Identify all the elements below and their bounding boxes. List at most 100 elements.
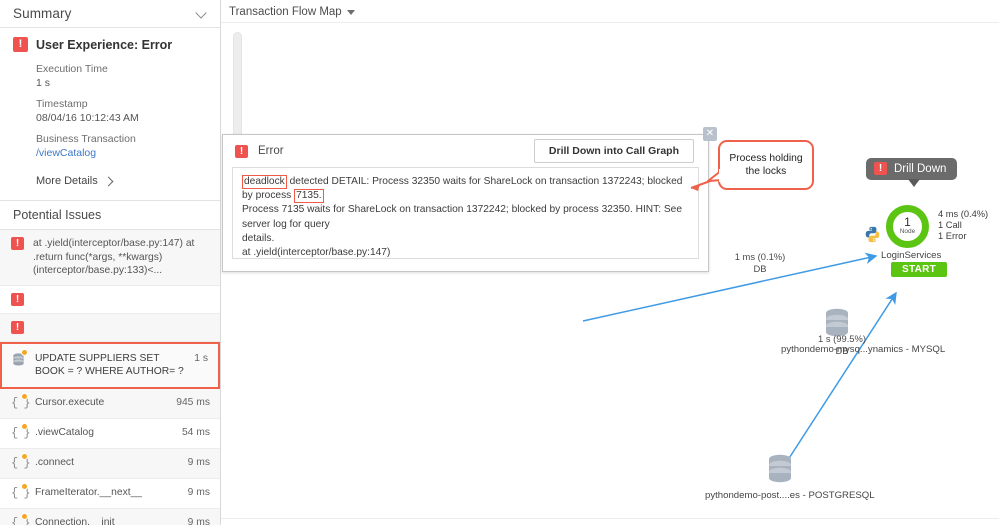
- brace-icon: { }: [11, 482, 31, 501]
- tier-stats: 4 ms (0.4%) 1 Call 1 Error: [938, 209, 988, 241]
- annotation-text: Process holding the locks: [729, 152, 802, 178]
- tier-health-ring: 1 Node: [886, 205, 929, 248]
- field-value: 08/04/16 10:12:43 AM: [36, 112, 139, 124]
- tier-stat-errors: 1 Error: [938, 230, 967, 241]
- annotation-line-1: Process holding: [729, 153, 803, 164]
- potential-issue-row[interactable]: UPDATE SUPPLIERS SET BOOK = ? WHERE AUTH…: [0, 341, 220, 389]
- field-label: Execution Time: [36, 63, 108, 75]
- database-icon: [769, 454, 791, 483]
- app-root: Summary User Experience: Error Execution…: [0, 0, 999, 525]
- warning-badge-icon: [21, 452, 28, 460]
- brace-icon: { }: [11, 512, 31, 525]
- edge-label-mysql: 1 ms (0.1%) DB: [715, 251, 805, 274]
- sidebar-title: Summary: [13, 6, 72, 21]
- field-business-transaction: Business Transaction /viewCatalog: [36, 132, 208, 160]
- potential-issue-row[interactable]: at .yield(interceptor/base.py:147) at .r…: [0, 230, 220, 286]
- field-label: Timestamp: [36, 98, 88, 110]
- summary-section: User Experience: Error Execution Time 1 …: [0, 28, 220, 201]
- error-icon: [13, 36, 28, 53]
- error-icon: [11, 237, 24, 251]
- error-message-line-3: details.: [242, 232, 275, 244]
- drill-down-tooltip-label: Drill Down: [894, 162, 947, 175]
- potential-issue-label: at .yield(interceptor/base.py:147) at .r…: [33, 238, 195, 276]
- error-dialog-title: Error: [258, 145, 284, 157]
- tier-node-loginservices[interactable]: 1 Node 4 ms (0.4%) 1 Call 1 Error LoginS…: [865, 205, 988, 277]
- error-icon: [11, 292, 24, 307]
- potential-issue-row[interactable]: { } Connection.__init__ 9 ms: [0, 508, 220, 525]
- drill-down-into-call-graph-button[interactable]: Drill Down into Call Graph: [533, 139, 694, 163]
- brace-icon: { }: [11, 422, 31, 441]
- error-message-line-1: deadlock detected DETAIL: Process 32350 …: [242, 175, 689, 204]
- python-icon: [865, 226, 880, 243]
- potential-issues-list: at .yield(interceptor/base.py:147) at .r…: [0, 230, 220, 525]
- field-timestamp: Timestamp 08/04/16 10:12:43 AM: [36, 97, 208, 125]
- tier-node-unit: Node: [899, 228, 916, 235]
- field-execution-time: Execution Time 1 s: [36, 62, 208, 90]
- warning-badge-icon: [21, 512, 28, 520]
- edge-value: 1 s (99.5%): [818, 333, 866, 344]
- warning-badge-icon: [21, 422, 28, 430]
- drill-down-tooltip[interactable]: Drill Down: [866, 158, 958, 187]
- potential-issue-duration: 945 ms: [176, 396, 210, 408]
- potential-issue-duration: 9 ms: [187, 486, 210, 498]
- edge-label-postgresql: 1 s (99.5%) DB: [797, 333, 887, 356]
- brace-icon: { }: [11, 452, 31, 471]
- user-experience-label: User Experience: Error: [36, 37, 173, 52]
- map-bottom-divider: [221, 518, 999, 519]
- db-node-postgresql[interactable]: pythondemo-post....es - POSTGRESQL: [705, 453, 875, 501]
- potential-issue-row[interactable]: { } .viewCatalog 54 ms: [0, 418, 220, 449]
- error-icon: [874, 162, 887, 176]
- highlight-process-id: 7135.: [294, 189, 324, 204]
- potential-issues-header: Potential Issues: [0, 201, 220, 230]
- user-experience-status: User Experience: Error: [13, 36, 208, 53]
- error-message-body[interactable]: deadlock detected DETAIL: Process 32350 …: [232, 167, 699, 259]
- tier-stat-calls: 1 Call: [938, 219, 962, 230]
- potential-issue-row[interactable]: [0, 313, 220, 342]
- error-icon: [11, 320, 24, 335]
- chevron-down-icon[interactable]: [197, 8, 208, 19]
- error-dialog-header: Error Drill Down into Call Graph: [223, 135, 708, 167]
- start-badge: START: [891, 262, 948, 277]
- error-icon: [235, 144, 248, 159]
- more-details-button[interactable]: More Details: [36, 175, 114, 187]
- sidebar-header[interactable]: Summary: [0, 0, 220, 28]
- field-label: Business Transaction: [36, 133, 136, 145]
- close-icon[interactable]: ✕: [703, 127, 717, 141]
- more-details-label: More Details: [36, 175, 98, 187]
- annotation-line-2: the locks: [745, 166, 787, 177]
- brace-icon: { }: [11, 392, 31, 411]
- annotation-callout: Process holding the locks: [707, 140, 814, 190]
- tier-node-count: 1: [904, 215, 911, 229]
- potential-issue-duration: 9 ms: [187, 516, 210, 525]
- flow-map-header[interactable]: Transaction Flow Map: [221, 0, 999, 20]
- potential-issue-row[interactable]: [0, 285, 220, 314]
- highlight-deadlock: deadlock: [242, 175, 287, 189]
- potential-issue-label: Cursor.execute: [35, 396, 105, 408]
- chevron-right-icon: [105, 177, 114, 186]
- potential-issue-label: .viewCatalog: [35, 426, 94, 438]
- potential-issue-duration: 54 ms: [181, 426, 210, 438]
- database-icon: [11, 348, 28, 367]
- field-value: 1 s: [36, 77, 51, 89]
- potential-issue-duration: 9 ms: [187, 456, 210, 468]
- db-node-label: pythondemo-post....es - POSTGRESQL: [705, 490, 875, 501]
- error-dialog[interactable]: Error Drill Down into Call Graph ✕ deadl…: [222, 127, 717, 272]
- potential-issue-row[interactable]: { } FrameIterator.__next__ 9 ms: [0, 478, 220, 509]
- error-message-line-4: at .yield(interceptor/base.py:147): [242, 247, 391, 259]
- potential-issue-row[interactable]: { } Cursor.execute 945 ms: [0, 388, 220, 419]
- business-transaction-link[interactable]: /viewCatalog: [36, 146, 208, 160]
- potential-issue-label: .connect: [35, 456, 74, 468]
- tier-name-label: LoginServices: [881, 250, 942, 261]
- edge-type: DB: [753, 262, 767, 274]
- potential-issue-label: UPDATE SUPPLIERS SET BOOK = ? WHERE AUTH…: [35, 352, 184, 378]
- potential-issue-row[interactable]: { } .connect 9 ms: [0, 448, 220, 479]
- edge-type: DB: [835, 344, 849, 356]
- tier-stat-response-time: 4 ms (0.4%): [938, 209, 989, 219]
- error-message-line-2: Process 7135 waits for ShareLock on tran…: [242, 204, 683, 230]
- potential-issue-label: Connection.__init__: [35, 516, 127, 525]
- potential-issue-label: FrameIterator.__next__: [35, 486, 143, 498]
- callout-tail: [707, 169, 723, 182]
- warning-badge-icon: [21, 348, 28, 356]
- flow-map-title: Transaction Flow Map: [229, 6, 342, 18]
- caret-down-icon[interactable]: [346, 9, 355, 15]
